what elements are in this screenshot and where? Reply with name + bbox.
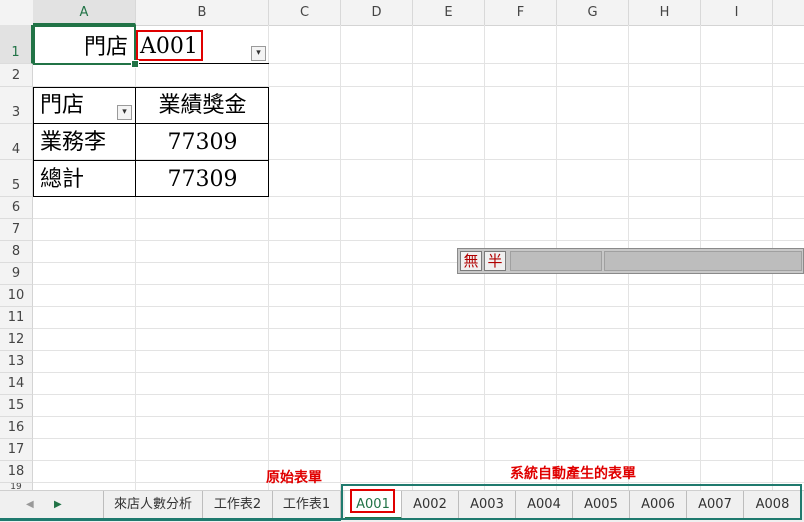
gridline: [33, 438, 804, 439]
pivot-total-value[interactable]: 77309: [136, 162, 269, 198]
gridline: [33, 482, 804, 483]
gridline: [33, 240, 804, 241]
row-header-3[interactable]: 3: [0, 87, 33, 124]
column-header-b[interactable]: B: [136, 0, 269, 25]
column-header-h[interactable]: H: [629, 0, 701, 25]
filter-value-highlight: [136, 30, 203, 61]
gridline: [412, 25, 413, 492]
ime-composition-area[interactable]: [510, 251, 602, 271]
row-label-filter-icon[interactable]: ▾: [117, 105, 132, 120]
row-header-8[interactable]: 8: [0, 241, 33, 263]
column-header-d[interactable]: D: [341, 0, 413, 25]
row-header-2[interactable]: 2: [0, 64, 33, 87]
pivot-row-store[interactable]: 業務李: [40, 125, 106, 161]
row-header-1[interactable]: 1: [0, 25, 33, 64]
gridline: [33, 284, 804, 285]
pivot-total-label[interactable]: 總計: [40, 162, 84, 198]
ime-candidate-area[interactable]: [604, 251, 802, 271]
row-header-12[interactable]: 12: [0, 329, 33, 351]
ime-width-button[interactable]: 半: [484, 251, 506, 271]
row-header-14[interactable]: 14: [0, 373, 33, 395]
row-header-5[interactable]: 5: [0, 160, 33, 197]
filter-dropdown-icon[interactable]: ▾: [251, 46, 266, 61]
annotation-original-sheets: 原始表單: [266, 470, 322, 486]
gridline: [33, 218, 804, 219]
fill-handle[interactable]: [131, 60, 139, 68]
gridline: [33, 350, 804, 351]
row-header-18[interactable]: 18: [0, 461, 33, 483]
row-header-7[interactable]: 7: [0, 219, 33, 241]
annotation-generated-sheets: 系統自動產生的表單: [510, 466, 636, 482]
row-header-13[interactable]: 13: [0, 351, 33, 373]
next-sheet-icon[interactable]: ▶: [54, 499, 62, 510]
row-header-11[interactable]: 11: [0, 307, 33, 329]
gridline: [33, 394, 804, 395]
row-header-9[interactable]: 9: [0, 263, 33, 285]
gridline: [33, 328, 804, 329]
original-tabs-underline: [0, 518, 341, 521]
pivot-row-bonus[interactable]: 77309: [136, 125, 269, 161]
active-cell-selection: [33, 25, 136, 65]
tab-sheet2[interactable]: 工作表2: [203, 491, 273, 519]
gridline: [33, 306, 804, 307]
gridline: [33, 372, 804, 373]
ime-mode-button[interactable]: 無: [460, 251, 482, 271]
row-header-16[interactable]: 16: [0, 417, 33, 439]
column-header-c[interactable]: C: [269, 0, 341, 25]
gridline: [33, 460, 804, 461]
row-header-17[interactable]: 17: [0, 439, 33, 461]
column-header-e[interactable]: E: [413, 0, 485, 25]
tab-store-visitors[interactable]: 來店人數分析: [103, 491, 203, 519]
prev-sheet-icon[interactable]: ◀: [26, 499, 34, 510]
row-header-10[interactable]: 10: [0, 285, 33, 307]
tab-sheet1[interactable]: 工作表1: [273, 491, 341, 519]
gridline: [33, 416, 804, 417]
column-header-f[interactable]: F: [485, 0, 557, 25]
row-header-6[interactable]: 6: [0, 197, 33, 219]
row-header-4[interactable]: 4: [0, 124, 33, 160]
select-all-corner[interactable]: [0, 0, 34, 25]
ime-toolbar[interactable]: 無 半: [457, 248, 804, 274]
pivot-header-bonus[interactable]: 業績獎金: [136, 88, 269, 124]
row-header-15[interactable]: 15: [0, 395, 33, 417]
column-header-i[interactable]: I: [701, 0, 773, 25]
generated-tabs-group-box: [341, 484, 802, 520]
gridline: [340, 25, 341, 492]
column-header-g[interactable]: G: [557, 0, 629, 25]
column-header-a[interactable]: A: [33, 0, 136, 25]
pivot-header-store[interactable]: 門店: [40, 88, 84, 124]
